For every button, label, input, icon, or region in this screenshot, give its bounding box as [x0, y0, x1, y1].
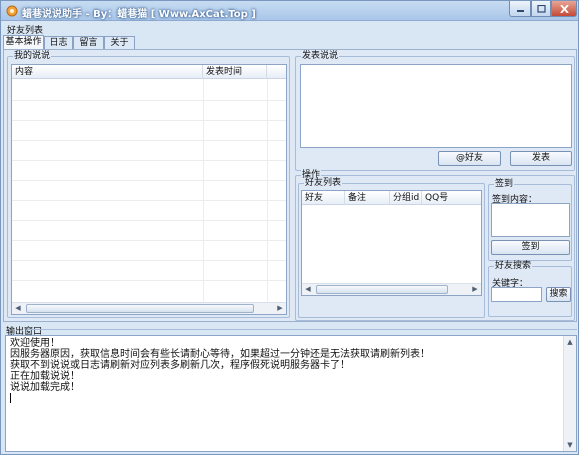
output-log: 欢迎使用！ 因服务器原因，获取信息时间会有些长请耐心等待，如果超过一分钟还是无法… — [10, 338, 430, 393]
scroll-up-icon[interactable]: ▲ — [564, 336, 576, 348]
column-header-friend[interactable]: 好友 — [302, 191, 345, 205]
signin-content-input[interactable] — [491, 203, 570, 237]
list-gridline — [12, 180, 286, 181]
app-window: 蜡巷说说助手 - By：蜡巷猫 [ Www.AxCat.Top ] 好友列表 基… — [0, 0, 579, 455]
scroll-left-icon[interactable]: ◀ — [302, 284, 314, 295]
column-divider — [267, 79, 268, 302]
scroll-right-icon[interactable]: ▶ — [469, 284, 481, 295]
friends-list-header: 好友 备注 分组id QQ号 — [302, 191, 481, 205]
column-divider — [203, 79, 204, 302]
scroll-left-icon[interactable]: ◀ — [12, 303, 24, 314]
close-button[interactable] — [551, 1, 577, 17]
list-gridline — [12, 220, 286, 221]
minimize-icon — [516, 10, 524, 12]
column-header-remark[interactable]: 备注 — [345, 191, 390, 205]
search-button[interactable]: 搜索 — [546, 287, 571, 302]
list-gridline — [12, 140, 286, 141]
text-caret — [10, 393, 11, 403]
publish-button[interactable]: 发表 — [510, 151, 572, 166]
list-gridline — [12, 280, 286, 281]
output-textarea[interactable]: 欢迎使用！ 因服务器原因，获取信息时间会有些长请耐心等待，如果超过一分钟还是无法… — [5, 335, 577, 452]
my-shuoshuo-list[interactable]: 内容 发表时间 ◀ ▶ — [11, 64, 287, 315]
signin-button[interactable]: 签到 — [491, 240, 570, 255]
scroll-thumb[interactable] — [316, 285, 448, 294]
column-header-post-time[interactable]: 发表时间 — [203, 65, 267, 79]
tab-log[interactable]: 日志 — [44, 36, 73, 50]
app-icon — [6, 5, 18, 17]
tab-messages[interactable]: 留言 — [73, 36, 104, 50]
tab-basic-operations[interactable]: 基本操作 — [3, 35, 44, 50]
output-line: 因服务器原因，获取信息时间会有些长请耐心等待，如果超过一分钟还是无法获取请刷新列… — [10, 349, 430, 360]
column-header-group-id[interactable]: 分组id — [390, 191, 422, 205]
maximize-button[interactable] — [531, 1, 551, 17]
list-gridline — [12, 260, 286, 261]
close-icon — [559, 5, 569, 13]
output-divider — [27, 329, 577, 330]
friends-list-label: 好友列表 — [304, 178, 343, 189]
signin-label: 签到 — [494, 179, 515, 190]
column-header-qq-number[interactable]: QQ号 — [422, 191, 481, 205]
window-title: 蜡巷说说助手 - By：蜡巷猫 [ Www.AxCat.Top ] — [22, 9, 256, 20]
tab-panel-basic: 我的说说 内容 发表时间 ◀ ▶ 发表说说 @好友 发表 操作 好友列表 好友 … — [3, 49, 577, 322]
horizontal-scrollbar[interactable]: ◀ ▶ — [302, 283, 481, 295]
list-gridline — [12, 160, 286, 161]
list-gridline — [12, 120, 286, 121]
vertical-scrollbar[interactable]: ▲ ▼ — [563, 336, 576, 451]
menu-bar: 好友列表 — [1, 21, 578, 36]
at-friend-button[interactable]: @好友 — [438, 151, 501, 166]
list-gridline — [12, 240, 286, 241]
output-line: 说说加载完成！ — [10, 382, 80, 393]
list-gridline — [12, 100, 286, 101]
output-line: 正在加载说说！ — [10, 371, 80, 382]
maximize-icon — [536, 5, 546, 13]
title-bar[interactable]: 蜡巷说说助手 - By：蜡巷猫 [ Www.AxCat.Top ] — [1, 1, 578, 21]
friend-search-label: 好友搜索 — [494, 261, 533, 272]
my-shuoshuo-label: 我的说说 — [13, 51, 52, 62]
horizontal-scrollbar[interactable]: ◀ ▶ — [12, 302, 286, 314]
post-content-textarea[interactable] — [300, 64, 572, 148]
output-line: 获取不到说说或日志请刷新对应列表多刷新几次，程序假死说明服务器卡了！ — [10, 360, 350, 371]
output-line: 欢迎使用！ — [10, 338, 60, 349]
list-gridline — [12, 200, 286, 201]
tab-about[interactable]: 关于 — [104, 36, 135, 50]
minimize-button[interactable] — [509, 1, 531, 17]
scroll-thumb[interactable] — [26, 304, 254, 313]
column-header-content[interactable]: 内容 — [12, 65, 203, 79]
friends-list[interactable]: 好友 备注 分组id QQ号 ◀ ▶ — [301, 190, 482, 296]
scroll-right-icon[interactable]: ▶ — [274, 303, 286, 314]
post-shuoshuo-label: 发表说说 — [301, 51, 340, 62]
scroll-down-icon[interactable]: ▼ — [564, 439, 576, 451]
keyword-input[interactable] — [491, 287, 542, 302]
my-shuoshuo-list-header: 内容 发表时间 — [12, 65, 286, 79]
